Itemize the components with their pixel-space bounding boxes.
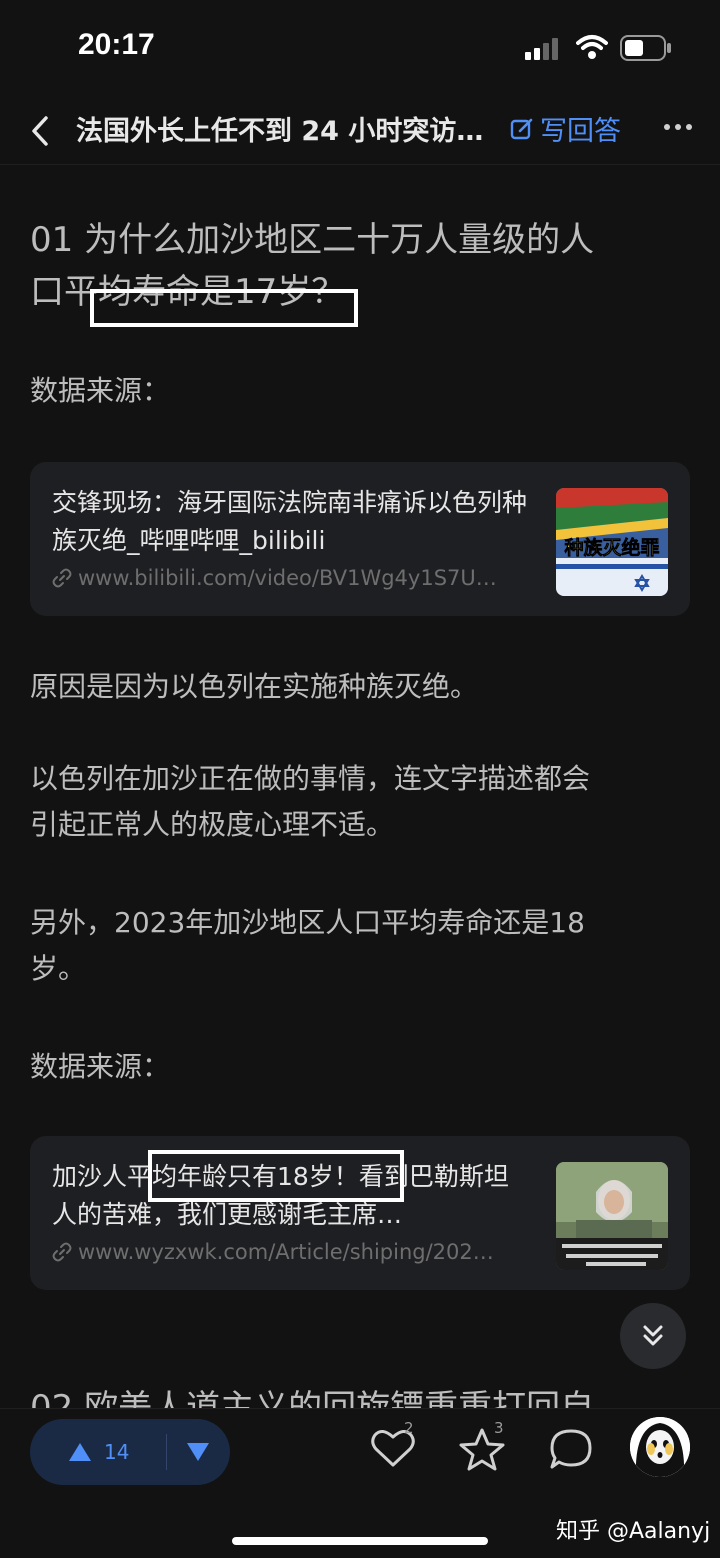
upvote-triangle-icon bbox=[69, 1443, 91, 1461]
question-title[interactable]: 法国外长上任不到 24 小时突访… bbox=[76, 109, 496, 148]
write-answer-label: 写回答 bbox=[540, 116, 621, 147]
heading-line-2: 口平均寿命是17岁？ bbox=[30, 272, 346, 312]
nav-bar: 法国外长上任不到 24 小时突访… 写回答 bbox=[0, 95, 720, 165]
next-section-heading: 02 欧美人道主义的回旋镖重重打回自 bbox=[30, 1388, 595, 1408]
battery-icon bbox=[620, 35, 671, 61]
more-icon[interactable] bbox=[663, 123, 693, 131]
zhihu-watermark: 知乎 @Aalanyj bbox=[556, 1519, 711, 1544]
paragraph-2: 以色列在加沙正在做的事情，连文字描述都会 引起正常人的极度心理不适。 bbox=[30, 762, 591, 841]
link-card-bilibili[interactable]: 交锋现场：海牙国际法院南非痛诉以色列种族灭绝_哔哩哔哩_bilibili www… bbox=[30, 462, 690, 616]
link-card-wyzxwk[interactable]: 加沙人平均年龄只有18岁！看到巴勒斯坦人的苦难，我们更感谢毛主席… www.wy… bbox=[30, 1136, 690, 1290]
source-label: 数据来源： bbox=[30, 374, 171, 407]
scroll-down-button[interactable] bbox=[620, 1303, 686, 1369]
status-time: 20:17 bbox=[78, 28, 155, 61]
card-title: 交锋现场：海牙国际法院南非痛诉以色列种族灭绝_哔哩哔哩_bilibili bbox=[52, 488, 528, 555]
comment-bubble-icon bbox=[550, 1429, 592, 1469]
vote-pill: 14 bbox=[30, 1419, 230, 1485]
link-icon bbox=[52, 1242, 72, 1262]
card-thumbnail bbox=[556, 1162, 668, 1270]
heading-line-1: 01 为什么加沙地区二十万人量级的人 bbox=[30, 220, 595, 260]
downvote-triangle-icon bbox=[187, 1443, 209, 1461]
back-chevron-icon[interactable] bbox=[30, 115, 50, 147]
downvote-button[interactable] bbox=[167, 1419, 229, 1485]
card-url: www.bilibili.com/video/BV1Wg4y1S7U… bbox=[52, 566, 522, 590]
wifi-icon bbox=[576, 35, 608, 59]
card-thumbnail: 种族灭绝罪 bbox=[556, 488, 668, 596]
card-title: 加沙人平均年龄只有18岁！看到巴勒斯坦人的苦难，我们更感谢毛主席… bbox=[52, 1162, 509, 1229]
edit-icon bbox=[510, 118, 533, 139]
write-answer-button[interactable]: 写回答 bbox=[510, 109, 621, 148]
cellular-signal-icon bbox=[525, 38, 558, 60]
status-bar: 20:17 bbox=[0, 0, 720, 95]
upvote-count: 14 bbox=[104, 1440, 130, 1464]
favorite-count: 3 bbox=[494, 1419, 504, 1437]
card-url: www.wyzxwk.com/Article/shiping/202… bbox=[52, 1240, 522, 1264]
source-label-2: 数据来源： bbox=[30, 1050, 171, 1083]
double-chevron-down-icon bbox=[643, 1325, 663, 1346]
link-icon bbox=[52, 568, 72, 588]
comment-button[interactable] bbox=[548, 1427, 594, 1475]
like-count: 2 bbox=[404, 1419, 414, 1437]
paragraph-3: 另外，2023年加沙地区人口平均寿命还是18 岁。 bbox=[30, 906, 585, 985]
upvote-button[interactable]: 14 bbox=[30, 1419, 166, 1485]
paragraph-1: 原因是因为以色列在实施种族灭绝。 bbox=[30, 670, 479, 703]
home-indicator[interactable] bbox=[232, 1537, 488, 1545]
thumb-caption: 种族灭绝罪 bbox=[563, 536, 659, 559]
bottom-action-bar: 14 2 3 知乎 @Aalanyj bbox=[0, 1408, 720, 1558]
avatar[interactable] bbox=[630, 1417, 690, 1477]
section-heading-01: 01 为什么加沙地区二十万人量级的人 口平均寿命是17岁？ bbox=[30, 214, 690, 318]
